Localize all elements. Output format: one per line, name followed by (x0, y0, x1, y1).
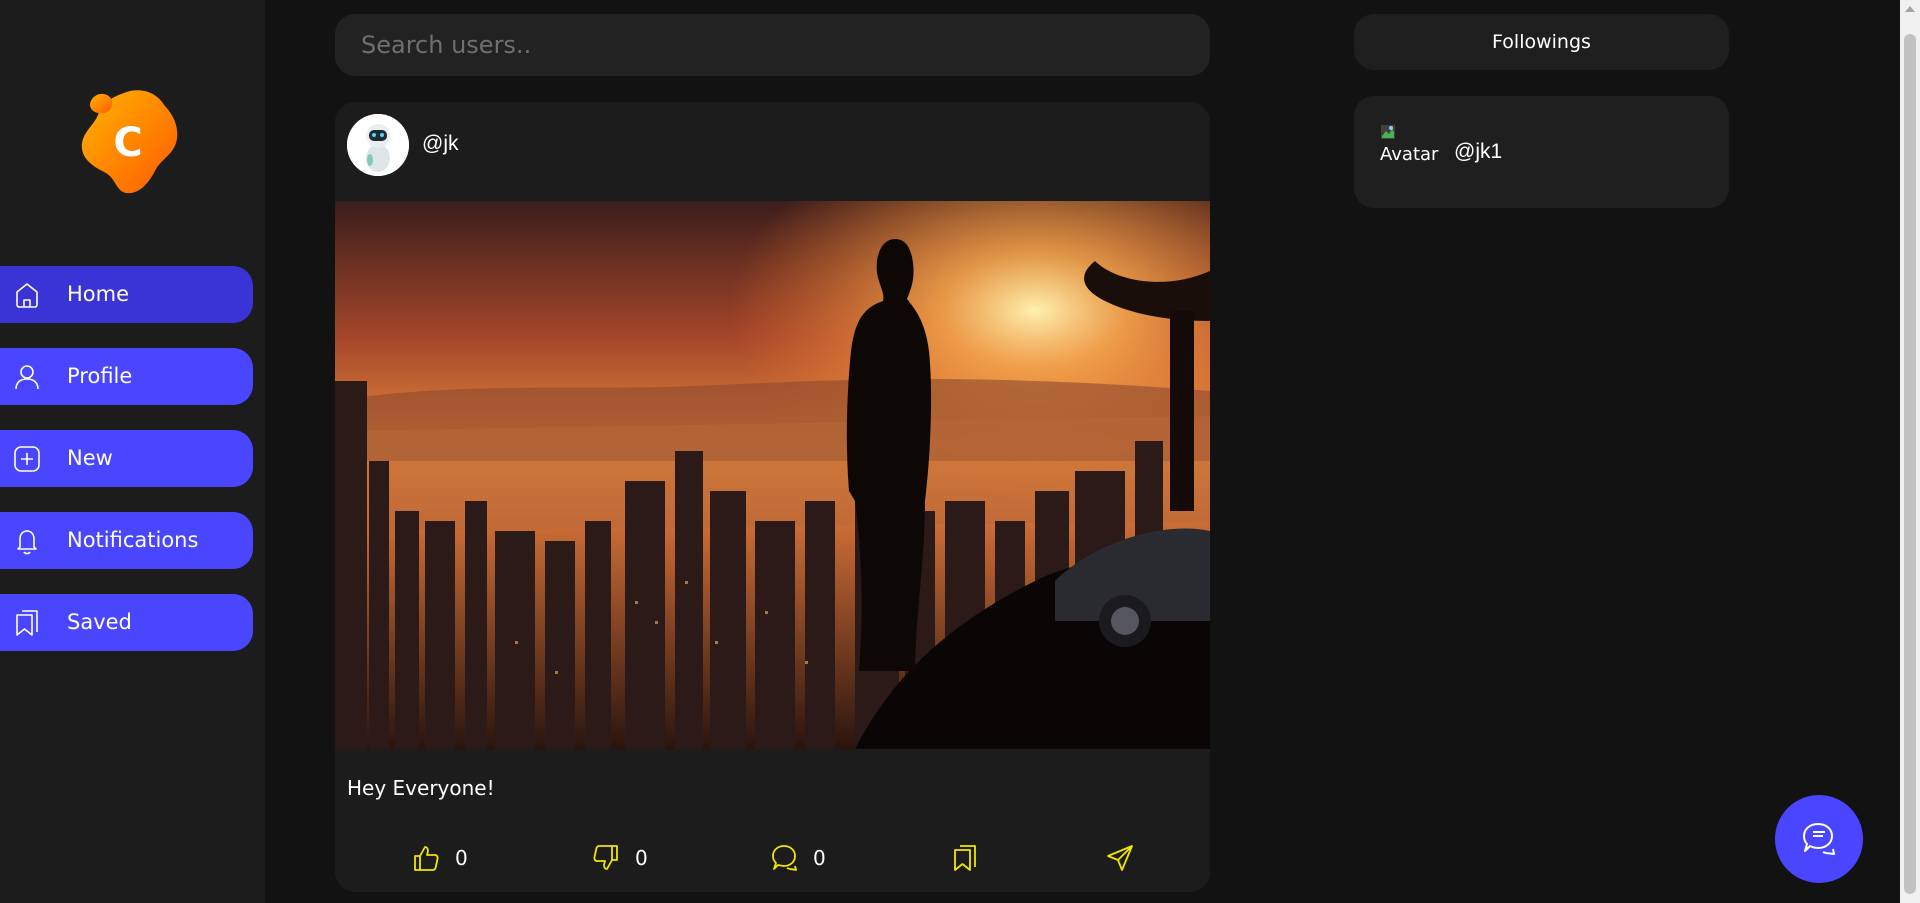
user-icon (15, 365, 39, 390)
comment-button[interactable]: 0 (769, 840, 826, 876)
post-image (335, 201, 1210, 749)
sidebar-item-label: Saved (67, 610, 132, 634)
thumbs-down-icon (593, 845, 618, 870)
post-caption: Hey Everyone! (347, 776, 495, 800)
chat-button[interactable] (1775, 795, 1863, 883)
bookmarks-icon (16, 610, 38, 636)
app-logo[interactable]: C (76, 85, 186, 205)
share-button[interactable] (1105, 840, 1135, 876)
sidebar-item-profile[interactable]: Profile (0, 348, 253, 405)
like-button[interactable]: 0 (411, 840, 468, 876)
save-button[interactable] (950, 840, 980, 876)
scroll-up-arrow-icon[interactable] (1905, 6, 1915, 12)
home-icon (16, 283, 38, 308)
sidebar-item-label: Notifications (67, 528, 199, 552)
sidebar-item-label: Profile (67, 364, 133, 388)
sidebar-item-notifications[interactable]: Notifications (0, 512, 253, 569)
scrollbar-thumb[interactable] (1904, 34, 1916, 894)
sidebar-item-label: New (67, 446, 113, 470)
dislike-count: 0 (635, 846, 648, 870)
like-count: 0 (455, 846, 468, 870)
search-input[interactable] (335, 14, 1210, 76)
sidebar: C Home Profile New Notifications Saved (0, 0, 265, 903)
followings-list: Avatar @jk1 (1354, 96, 1729, 208)
sidebar-item-new[interactable]: New (0, 430, 253, 487)
plus-square-icon (14, 446, 40, 472)
comment-count: 0 (813, 846, 826, 870)
logo-letter: C (113, 120, 142, 166)
thumbs-up-icon (414, 846, 439, 871)
post-card: @jk Hey Everyone! 0 0 0 (335, 102, 1210, 892)
avatar-alt-text: Avatar (1380, 144, 1439, 165)
sidebar-item-saved[interactable]: Saved (0, 594, 253, 651)
chat-icon (1803, 823, 1835, 855)
avatar[interactable]: Avatar (1380, 124, 1444, 168)
following-username[interactable]: @jk1 (1454, 140, 1502, 164)
sidebar-item-home[interactable]: Home (0, 266, 253, 323)
followings-header: Followings (1354, 14, 1729, 70)
sidebar-item-label: Home (67, 282, 130, 306)
dislike-button[interactable]: 0 (591, 840, 648, 876)
bell-icon (17, 530, 37, 555)
send-icon (1107, 845, 1133, 871)
post-username[interactable]: @jk (422, 132, 458, 156)
avatar[interactable] (347, 114, 409, 176)
bookmarks-icon (954, 845, 976, 871)
broken-image-icon (1381, 125, 1395, 139)
scrollbar[interactable] (1900, 0, 1920, 903)
comment-icon (772, 845, 797, 871)
